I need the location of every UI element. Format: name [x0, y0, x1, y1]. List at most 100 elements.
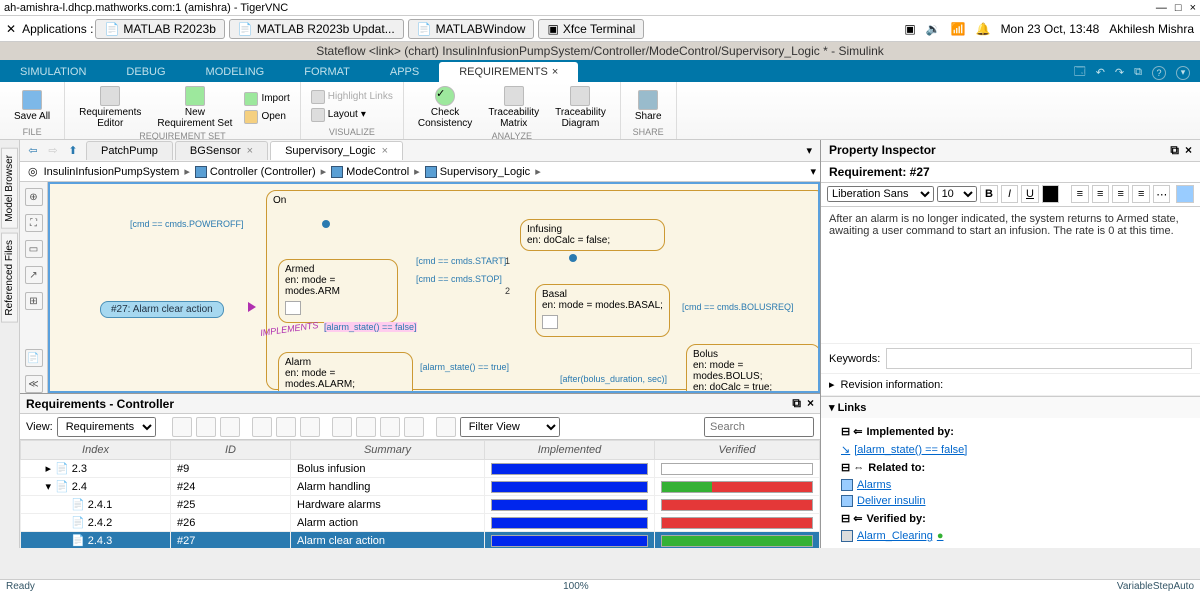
status-solver[interactable]: VariableStepAuto: [1117, 581, 1194, 592]
state-basal[interactable]: Basalen: mode = modes.BASAL;: [535, 284, 670, 337]
zoom-in-icon[interactable]: ⊕: [25, 188, 43, 206]
crumb-supervisory-logic[interactable]: Supervisory_Logic: [423, 166, 533, 178]
tab-modeling[interactable]: MODELING: [186, 62, 285, 82]
tray-icon[interactable]: ▣: [904, 22, 915, 36]
tab-apps[interactable]: APPS: [370, 62, 439, 82]
window-minimize[interactable]: —: [1156, 2, 1167, 14]
state-armed[interactable]: Armeden: mode = modes.ARM: [278, 259, 398, 323]
panel-undock-icon[interactable]: ⧉: [792, 396, 801, 411]
editor-tabs-menu-icon[interactable]: ▾: [798, 144, 820, 157]
toolstrip-menu-icon[interactable]: ▾: [1176, 66, 1190, 80]
align-right-button[interactable]: ≡: [1112, 185, 1129, 203]
task-matlab-update[interactable]: 📄MATLAB R2023b Updat...: [229, 19, 404, 39]
editor-tab-bgsensor[interactable]: BGSensor×: [175, 141, 268, 160]
canvas-tool-misc-icon[interactable]: ⊞: [25, 292, 43, 310]
revision-info-toggle[interactable]: ▸ Revision information:: [821, 374, 1200, 396]
req-toolbar-copy[interactable]: [356, 417, 376, 437]
state-alarm[interactable]: Alarmen: mode = modes.ALARM;: [278, 352, 413, 393]
link-alarm-state-false[interactable]: ↘[alarm_state() == false]: [841, 441, 1180, 458]
volume-icon[interactable]: 🔉: [926, 22, 941, 36]
req-toolbar-cut[interactable]: [332, 417, 352, 437]
filter-view-select[interactable]: Filter View: [460, 417, 560, 437]
editor-tab-patchpump[interactable]: PatchPump: [86, 141, 173, 160]
link-alarms[interactable]: Alarms: [841, 477, 1180, 493]
network-icon[interactable]: 📶: [951, 22, 966, 36]
insert-image-button[interactable]: [1176, 185, 1193, 203]
user-name[interactable]: Akhilesh Mishra: [1109, 22, 1194, 36]
verified-by-header[interactable]: ⊟ ⇐ Verified by:: [841, 509, 1180, 528]
editor-tab-supervisory-logic[interactable]: Supervisory_Logic×: [270, 141, 403, 160]
font-family-select[interactable]: Liberation Sans: [827, 186, 934, 202]
implemented-by-header[interactable]: ⊟ ⇐ Implemented by:: [841, 422, 1180, 441]
italic-button[interactable]: I: [1001, 185, 1018, 203]
annotations-icon[interactable]: 📄: [25, 349, 43, 367]
req-toolbar-refresh[interactable]: [436, 417, 456, 437]
more-format-button[interactable]: ⋯: [1153, 185, 1170, 203]
canvas-tool-arrow-icon[interactable]: ↗: [25, 266, 43, 284]
align-justify-button[interactable]: ≡: [1132, 185, 1149, 203]
req-toolbar-btn-1[interactable]: [172, 417, 192, 437]
req-toolbar-btn-2[interactable]: [196, 417, 216, 437]
links-section[interactable]: ▾ Links: [821, 396, 1200, 418]
nav-up-icon[interactable]: ⬆: [64, 142, 82, 160]
requirement-description[interactable]: After an alarm is no longer indicated, t…: [821, 207, 1200, 344]
align-left-button[interactable]: ≡: [1071, 185, 1088, 203]
link-deliver-insulin[interactable]: Deliver insulin: [841, 493, 1180, 509]
tab-simulation[interactable]: SIMULATION: [0, 62, 106, 82]
crumb-modecontrol[interactable]: ModeControl: [329, 166, 411, 178]
state-infusing[interactable]: Infusingen: doCalc = false;: [520, 219, 665, 251]
bold-button[interactable]: B: [980, 185, 997, 203]
check-consistency-button[interactable]: ✓Check Consistency: [412, 84, 478, 131]
req-toolbar-btn-5[interactable]: [276, 417, 296, 437]
view-select[interactable]: Requirements: [57, 417, 156, 437]
align-center-button[interactable]: ≡: [1092, 185, 1109, 203]
tab-debug[interactable]: DEBUG: [106, 62, 185, 82]
requirement-tag[interactable]: #27: Alarm clear action: [100, 301, 224, 318]
req-toolbar-delete[interactable]: [404, 417, 424, 437]
font-size-select[interactable]: 10: [937, 186, 978, 202]
close-icon[interactable]: ×: [552, 66, 558, 78]
help-icon[interactable]: ?: [1152, 66, 1166, 80]
requirements-table[interactable]: Index ID Summary Implemented Verified ▸📄…: [20, 440, 820, 548]
undo-icon[interactable]: ↶: [1096, 66, 1105, 79]
tab-format[interactable]: FORMAT: [284, 62, 370, 82]
open-button[interactable]: Open: [242, 109, 291, 125]
pi-close-icon[interactable]: ×: [1185, 143, 1192, 158]
search-input[interactable]: [704, 417, 814, 437]
save-all-button[interactable]: Save All: [8, 88, 56, 124]
new-requirement-set-button[interactable]: New Requirement Set: [151, 84, 238, 131]
layout-button[interactable]: Layout▾: [309, 107, 395, 123]
keywords-input[interactable]: [886, 348, 1192, 369]
nav-forward-icon[interactable]: ⇨: [44, 142, 62, 160]
crumb-controller[interactable]: Controller (Controller): [193, 166, 318, 178]
toolstrip-shortcut-icon[interactable]: 🗔: [1074, 63, 1086, 82]
tab-requirements[interactable]: REQUIREMENTS×: [439, 62, 578, 82]
transition-alarm-false[interactable]: [alarm_state() == false]: [324, 322, 417, 332]
task-matlab[interactable]: 📄MATLAB R2023b: [95, 19, 224, 39]
req-toolbar-btn-3[interactable]: [220, 417, 240, 437]
status-zoom[interactable]: 100%: [563, 581, 589, 592]
referenced-files-tab[interactable]: Referenced Files: [1, 233, 18, 323]
table-row[interactable]: ▸📄 2.3#9Bolus infusion: [21, 460, 820, 478]
req-toolbar-btn-6[interactable]: [300, 417, 320, 437]
underline-button[interactable]: U: [1021, 185, 1038, 203]
table-row[interactable]: 📄 2.4.2#26Alarm action: [21, 514, 820, 532]
requirements-editor-button[interactable]: Requirements Editor: [73, 84, 147, 131]
table-row[interactable]: 📄 2.4.3#27Alarm clear action: [21, 532, 820, 549]
task-matlabwindow[interactable]: 📄MATLABWindow: [408, 19, 535, 39]
overview-icon[interactable]: ≪: [25, 375, 43, 393]
stateflow-canvas[interactable]: On [cmd == cmds.POWEROFF] Armeden: mode …: [48, 182, 820, 393]
state-bolus[interactable]: Bolusen: mode = modes.BOLUS;en: doCalc =…: [686, 344, 820, 393]
toolstrip-icon[interactable]: ⧉: [1134, 66, 1142, 79]
applications-menu[interactable]: Applications :: [22, 22, 93, 36]
link-alarm-clearing[interactable]: Alarm_Clearing●: [841, 528, 1180, 544]
crumb-root[interactable]: InsulinInfusionPumpSystem: [42, 166, 182, 178]
model-hierarchy-icon[interactable]: ◎: [24, 165, 42, 178]
related-to-header[interactable]: ⊟ ⇔ Related to:: [841, 458, 1180, 477]
breadcrumb-menu-icon[interactable]: ▾: [810, 165, 816, 178]
redo-icon[interactable]: ↷: [1115, 66, 1124, 79]
share-button[interactable]: Share: [629, 88, 668, 124]
task-xfce-terminal[interactable]: ▣Xfce Terminal: [538, 19, 644, 39]
traceability-diagram-button[interactable]: Traceability Diagram: [549, 84, 612, 131]
import-button[interactable]: Import: [242, 91, 291, 107]
